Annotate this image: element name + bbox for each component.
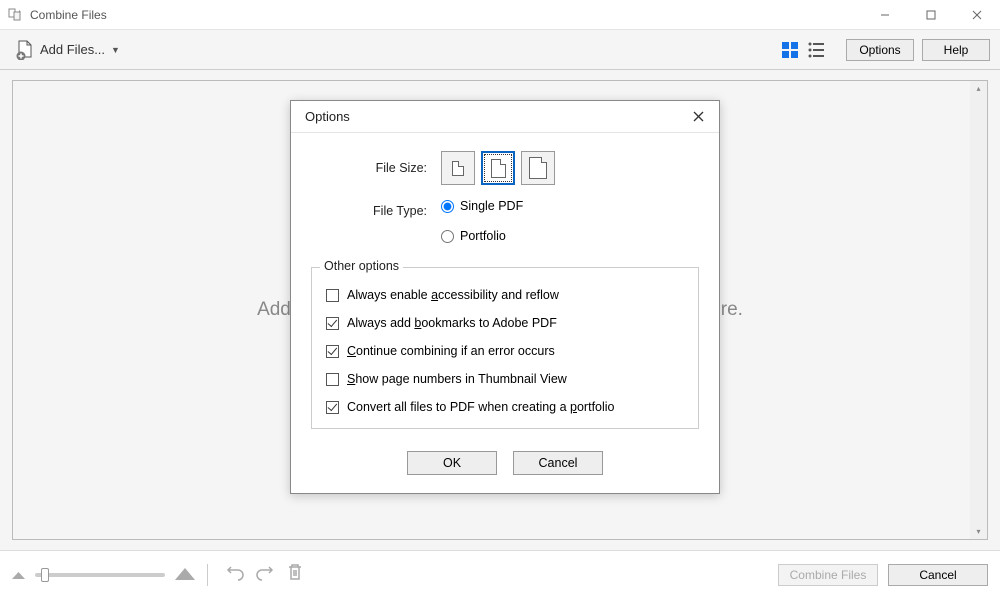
scroll-down-icon: ▾ — [976, 527, 980, 536]
dialog-cancel-button[interactable]: Cancel — [513, 451, 603, 475]
toolbar: Add Files... ▼ Options Help — [0, 30, 1000, 70]
dialog-close-button[interactable] — [687, 106, 709, 128]
other-options-fieldset: Other options Always enable accessibilit… — [311, 267, 699, 429]
list-view-button[interactable] — [806, 40, 826, 60]
file-size-medium[interactable] — [481, 151, 515, 185]
divider — [207, 564, 208, 586]
close-button[interactable] — [954, 0, 1000, 30]
app-icon — [8, 7, 24, 23]
window-titlebar: Combine Files — [0, 0, 1000, 30]
checkbox-icon[interactable] — [326, 345, 339, 358]
other-options-legend: Other options — [320, 259, 403, 273]
file-size-large[interactable] — [521, 151, 555, 185]
dialog-footer: OK Cancel — [291, 447, 719, 493]
scrollbar[interactable]: ▴ ▾ — [970, 81, 987, 539]
slider-thumb[interactable] — [41, 568, 49, 582]
option-label: Convert all files to PDF when creating a… — [347, 400, 615, 414]
option-checkbox-4[interactable]: Convert all files to PDF when creating a… — [326, 400, 684, 414]
chevron-down-icon: ▼ — [111, 45, 120, 55]
view-mode-group — [780, 40, 826, 60]
add-files-button[interactable]: Add Files... ▼ — [10, 36, 126, 64]
zoom-out-icon — [12, 566, 25, 584]
option-checkbox-0[interactable]: Always enable accessibility and reflow — [326, 288, 684, 302]
combine-files-button[interactable]: Combine Files — [778, 564, 878, 586]
redo-button[interactable] — [256, 563, 274, 586]
file-type-row: File Type: Single PDF — [311, 199, 699, 223]
dialog-ok-button[interactable]: OK — [407, 451, 497, 475]
option-label: Always add bookmarks to Adobe PDF — [347, 316, 557, 330]
option-checkbox-2[interactable]: Continue combining if an error occurs — [326, 344, 684, 358]
options-dialog: Options File Size: File Type: Single PDF… — [290, 100, 720, 494]
option-label: Continue combining if an error occurs — [347, 344, 555, 358]
add-files-label: Add Files... — [40, 42, 105, 57]
help-button[interactable]: Help — [922, 39, 990, 61]
window-controls — [862, 0, 1000, 30]
checkbox-icon[interactable] — [326, 289, 339, 302]
file-type-label: File Type: — [311, 204, 441, 218]
scroll-up-icon: ▴ — [976, 84, 980, 93]
window-title: Combine Files — [30, 8, 107, 22]
file-type-portfolio-radio[interactable]: Portfolio — [441, 229, 506, 243]
file-size-row: File Size: — [311, 151, 699, 185]
option-checkbox-3[interactable]: Show page numbers in Thumbnail View — [326, 372, 684, 386]
maximize-button[interactable] — [908, 0, 954, 30]
undo-button[interactable] — [226, 563, 244, 586]
file-type-row-2: Portfolio — [311, 229, 699, 253]
file-size-small[interactable] — [441, 151, 475, 185]
checkbox-icon[interactable] — [326, 317, 339, 330]
add-file-icon — [16, 40, 34, 60]
zoom-in-icon — [175, 565, 195, 585]
option-label: Always enable accessibility and reflow — [347, 288, 559, 302]
file-size-label: File Size: — [311, 161, 441, 175]
zoom-slider[interactable] — [35, 573, 165, 577]
bottom-bar: Combine Files Cancel — [0, 550, 1000, 598]
checkbox-icon[interactable] — [326, 401, 339, 414]
cancel-button[interactable]: Cancel — [888, 564, 988, 586]
dialog-titlebar: Options — [291, 101, 719, 133]
thumbnail-view-button[interactable] — [780, 40, 800, 60]
dialog-title: Options — [305, 109, 350, 124]
delete-button[interactable] — [286, 563, 304, 586]
options-button[interactable]: Options — [846, 39, 914, 61]
checkbox-icon[interactable] — [326, 373, 339, 386]
minimize-button[interactable] — [862, 0, 908, 30]
option-label: Show page numbers in Thumbnail View — [347, 372, 567, 386]
file-type-single-radio[interactable]: Single PDF — [441, 199, 523, 213]
option-checkbox-1[interactable]: Always add bookmarks to Adobe PDF — [326, 316, 684, 330]
